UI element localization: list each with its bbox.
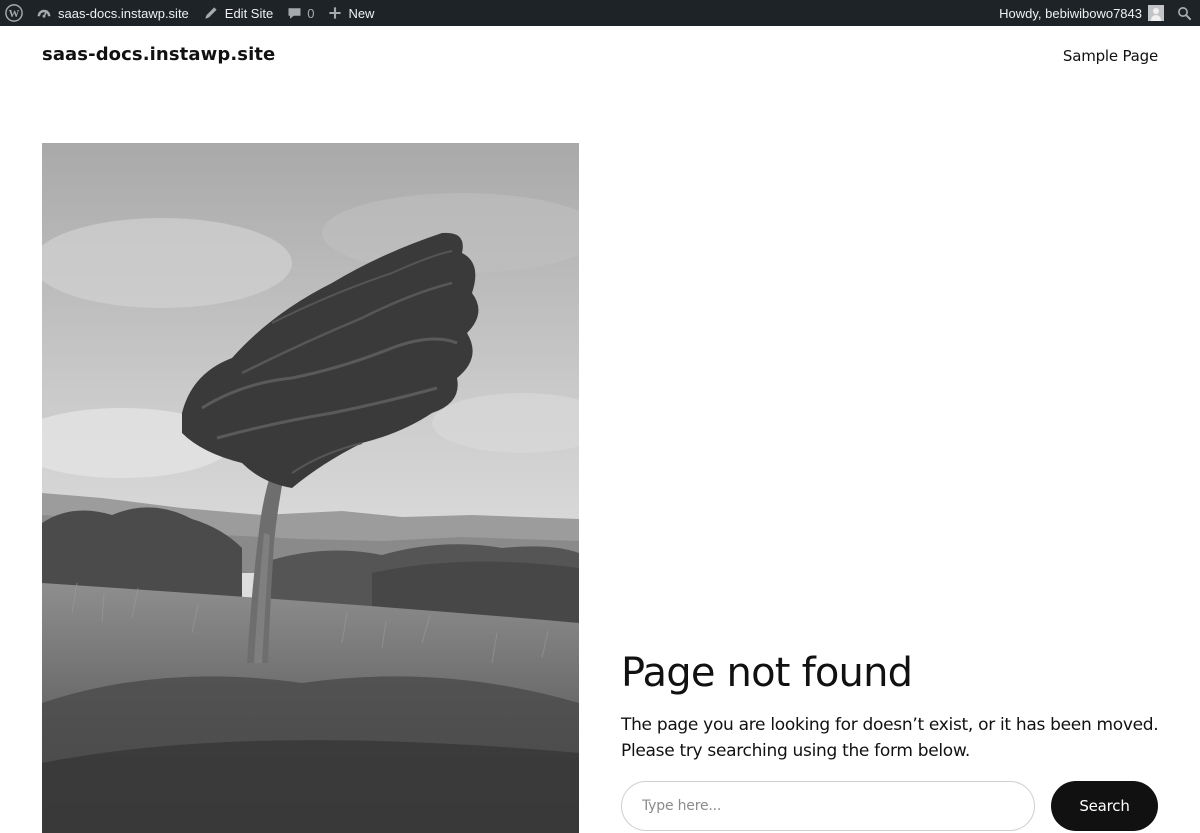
edit-site-label: Edit Site [224,5,274,21]
account-greeting: Howdy, bebiwibowo7843 [999,5,1142,21]
search-icon [1177,6,1192,21]
new-content-menu[interactable]: New [321,0,381,26]
admin-bar-left: W saas-docs.instawp.site Edit Site 0 New [0,0,381,26]
search-button[interactable]: Search [1051,781,1158,831]
svg-text:W: W [9,8,20,20]
site-name-menu[interactable]: saas-docs.instawp.site [29,0,196,26]
new-label: New [348,5,375,21]
my-account-menu[interactable]: Howdy, bebiwibowo7843 [992,0,1171,26]
windswept-tree-image [42,143,579,833]
comment-icon [287,6,302,21]
site-title[interactable]: saas-docs.instawp.site [42,44,275,65]
page-title: Page not found [621,650,913,696]
nav-item-sample-page[interactable]: Sample Page [1063,47,1158,65]
site-name-label: saas-docs.instawp.site [58,5,189,21]
edit-site-link[interactable]: Edit Site [196,0,280,26]
edit-icon [203,5,219,21]
wordpress-icon: W [5,4,23,22]
wordpress-menu[interactable]: W [0,0,29,26]
dashboard-icon [36,5,52,21]
comments-count: 0 [307,5,315,21]
comments-link[interactable]: 0 [280,0,321,26]
plus-icon [328,6,342,20]
search-input[interactable] [621,781,1035,831]
admin-bar-search[interactable] [1171,0,1200,26]
not-found-message: The page you are looking for doesn’t exi… [621,715,1159,761]
avatar [1148,5,1164,21]
admin-bar: W saas-docs.instawp.site Edit Site 0 New… [0,0,1200,26]
admin-bar-right: Howdy, bebiwibowo7843 [992,0,1200,26]
